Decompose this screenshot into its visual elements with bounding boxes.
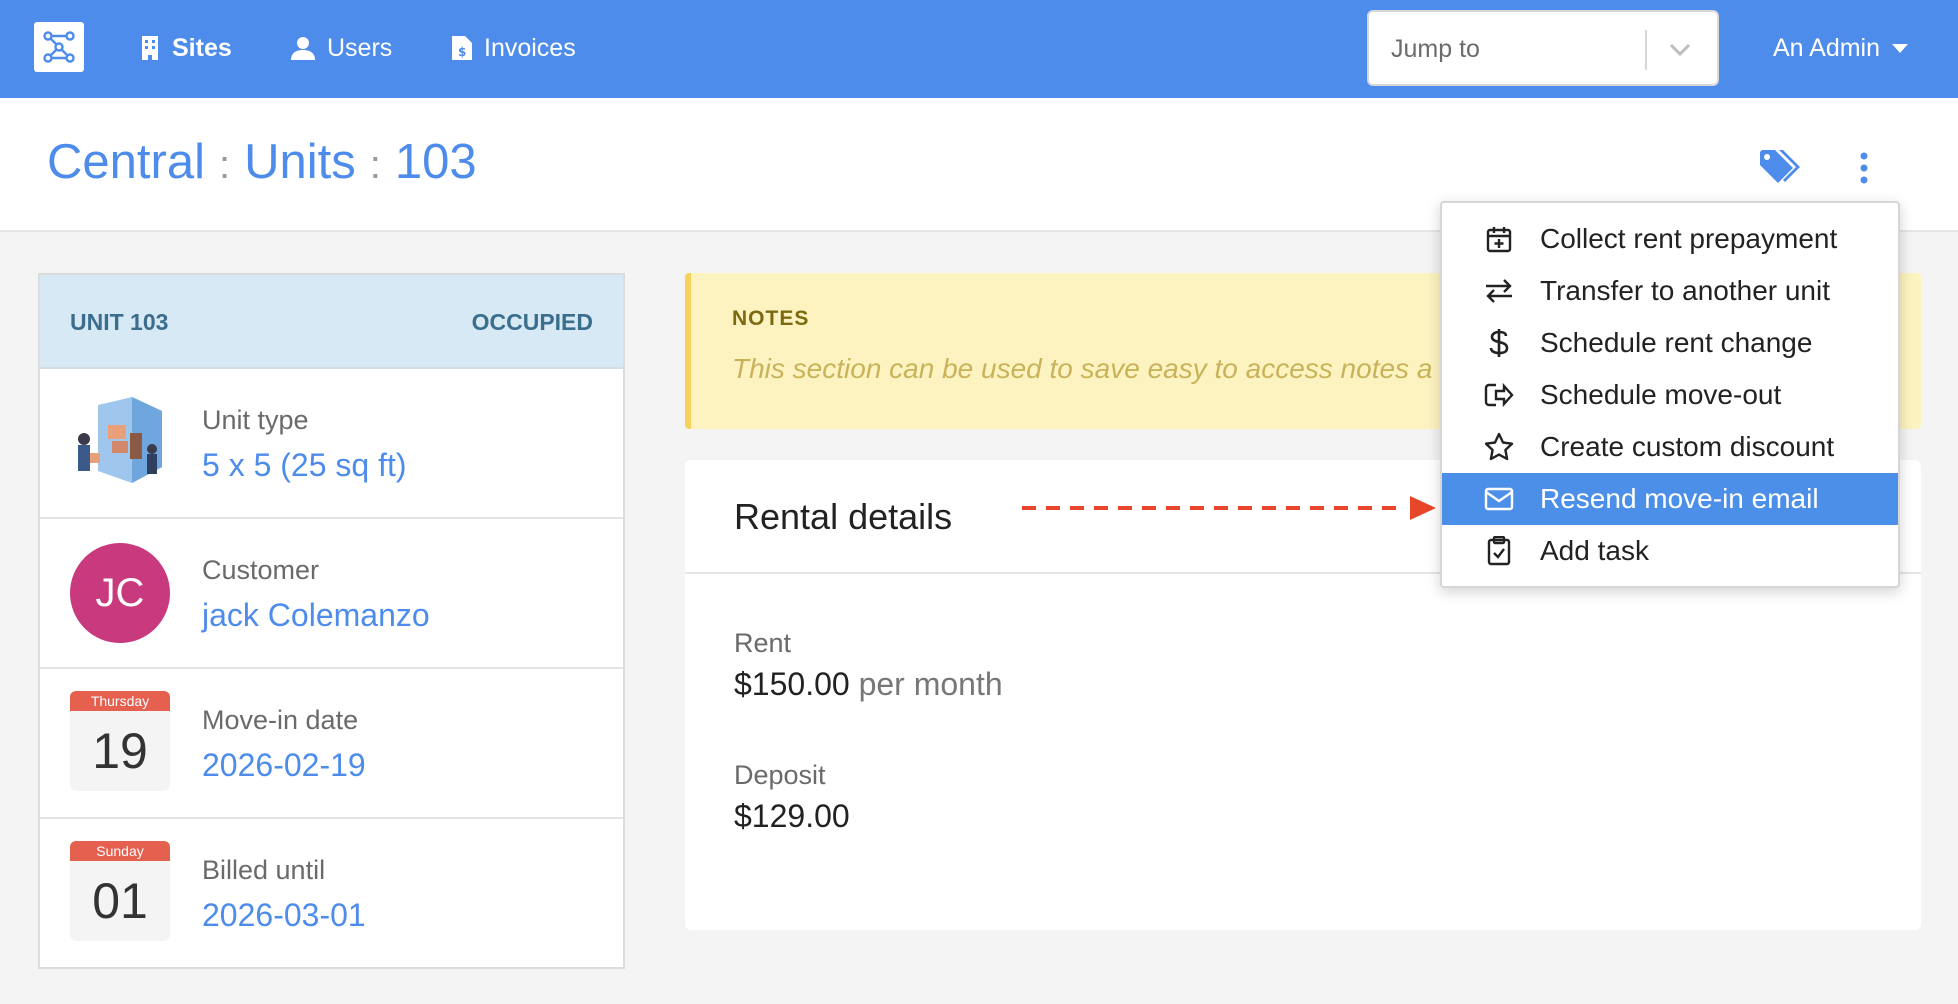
admin-menu-toggle[interactable]: An Admin: [1773, 28, 1909, 68]
billed-until-date-link[interactable]: 2026-03-01: [202, 897, 366, 934]
billed-until-row: Sunday 01 Billed until 2026-03-01: [40, 819, 623, 969]
nav-invoices-link[interactable]: $ Invoices: [452, 28, 576, 68]
unit-panel-header: UNIT 103 OCCUPIED: [40, 275, 623, 369]
more-options-icon[interactable]: [1852, 150, 1876, 186]
nav-sites-label: Sites: [172, 33, 232, 62]
nav-users-label: Users: [327, 33, 393, 62]
jump-to-separator: [1645, 30, 1647, 70]
building-icon: [142, 36, 158, 60]
top-navbar: Sites Users $ Invoices Jump to An Admin: [0, 0, 1958, 98]
customer-name-link[interactable]: jack Colemanzo: [202, 597, 430, 634]
billed-until-calendar-icon: Sunday 01: [70, 841, 170, 941]
invoice-icon: $: [452, 36, 472, 60]
move-in-date-link[interactable]: 2026-02-19: [202, 747, 366, 784]
menu-item-schedule-rent-change[interactable]: Schedule rent change: [1442, 317, 1898, 369]
menu-item-schedule-move-out[interactable]: Schedule move-out: [1442, 369, 1898, 421]
menu-item-label: Schedule rent change: [1540, 327, 1813, 358]
calendar-day-name: Thursday: [70, 691, 170, 711]
transfer-arrows-icon: [1484, 276, 1514, 306]
caret-down-icon: [1892, 43, 1909, 53]
tags-icon[interactable]: [1760, 150, 1800, 186]
user-icon: [291, 37, 315, 60]
move-in-calendar-icon: Thursday 19: [70, 691, 170, 791]
unit-type-value[interactable]: 5 x 5 (25 sq ft): [202, 447, 407, 484]
nav-invoices-label: Invoices: [484, 33, 576, 62]
jump-to-placeholder: Jump to: [1391, 35, 1480, 63]
deposit-amount: $129.00: [734, 798, 850, 834]
breadcrumb-units[interactable]: Units: [244, 134, 356, 190]
move-out-icon: [1484, 380, 1514, 410]
menu-item-label: Collect rent prepayment: [1540, 223, 1838, 254]
admin-name: An Admin: [1773, 33, 1881, 62]
star-icon: [1484, 432, 1514, 462]
nav-sites-link[interactable]: Sites: [140, 28, 232, 68]
breadcrumb-separator: :: [218, 143, 231, 187]
envelope-icon: [1484, 484, 1514, 514]
move-in-label: Move-in date: [202, 705, 359, 735]
breadcrumb-unit: 103: [394, 135, 477, 189]
menu-item-label: Schedule move-out: [1540, 379, 1782, 410]
dollar-icon: [1484, 328, 1514, 358]
app-logo[interactable]: [34, 22, 84, 72]
move-in-row: Thursday 19 Move-in date 2026-02-19: [40, 669, 623, 819]
rent-amount: $150.00: [734, 666, 850, 702]
menu-item-label: Add task: [1540, 535, 1649, 566]
breadcrumb-separator: :: [369, 143, 381, 187]
rent-label: Rent: [734, 628, 792, 658]
notes-text[interactable]: This section can be used to save easy to…: [732, 353, 1432, 385]
unit-status: OCCUPIED: [471, 309, 593, 335]
customer-row: JC Customer jack Colemanzo: [40, 519, 623, 669]
customer-avatar: JC: [70, 543, 170, 643]
rent-period: per month: [858, 666, 1003, 702]
customer-label: Customer: [202, 555, 320, 585]
billed-until-label: Billed until: [202, 855, 326, 885]
rental-details-title: Rental details: [734, 496, 953, 537]
menu-item-resend-move-in-email[interactable]: Resend move-in email: [1442, 473, 1898, 525]
deposit-label: Deposit: [734, 760, 826, 790]
breadcrumb-site[interactable]: Central: [47, 134, 205, 190]
clipboard-check-icon: [1484, 536, 1514, 566]
network-logo-icon: [43, 31, 75, 63]
chevron-down-icon[interactable]: [1667, 36, 1693, 62]
breadcrumb: Central : Units : 103: [47, 134, 477, 190]
menu-item-transfer-unit[interactable]: Transfer to another unit: [1442, 265, 1898, 317]
unit-summary-panel: UNIT 103 OCCUPIED Unit type 5 x 5 (25 sq…: [38, 273, 625, 969]
unit-number: UNIT 103: [70, 309, 169, 335]
unit-type-row: Unit type 5 x 5 (25 sq ft): [40, 369, 623, 519]
menu-item-label: Resend move-in email: [1540, 483, 1819, 514]
menu-item-create-custom-discount[interactable]: Create custom discount: [1442, 421, 1898, 473]
calendar-day-number: 01: [92, 873, 148, 929]
unit-actions-menu: Collect rent prepayment Transfer to anot…: [1440, 201, 1900, 588]
nav-users-link[interactable]: Users: [291, 28, 392, 68]
svg-text:$: $: [458, 45, 466, 59]
calendar-plus-icon: [1484, 224, 1514, 254]
menu-item-add-task[interactable]: Add task: [1442, 525, 1898, 577]
rent-amount-line: $150.00 per month: [734, 666, 1003, 703]
menu-item-label: Transfer to another unit: [1540, 275, 1831, 306]
storage-unit-icon: [78, 397, 162, 483]
menu-item-label: Create custom discount: [1540, 431, 1835, 462]
calendar-day-number: 19: [92, 723, 148, 779]
calendar-day-name: Sunday: [70, 841, 170, 861]
jump-to-select[interactable]: Jump to: [1367, 10, 1719, 86]
notes-title: NOTES: [732, 307, 810, 330]
menu-item-collect-rent-prepayment[interactable]: Collect rent prepayment: [1442, 213, 1898, 265]
unit-type-label: Unit type: [202, 405, 309, 435]
annotation-arrow-icon: [1022, 496, 1436, 520]
